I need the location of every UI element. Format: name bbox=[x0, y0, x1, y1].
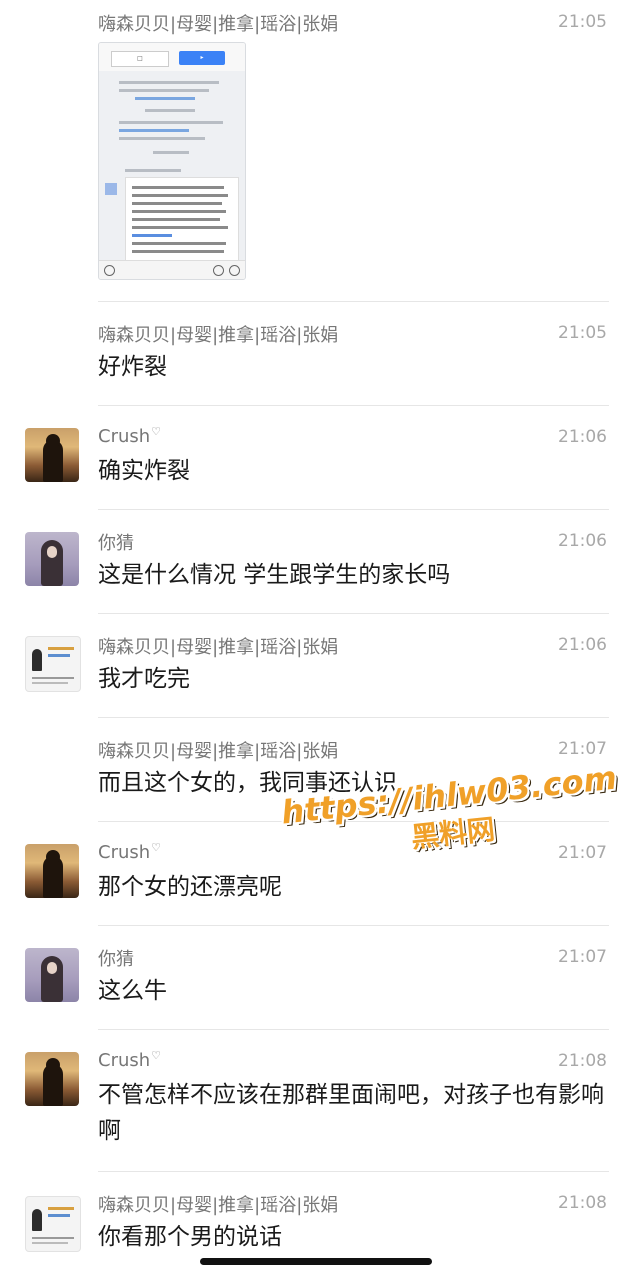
message-time: 21:07 bbox=[558, 947, 607, 967]
sender-name: Crush♡ bbox=[98, 1049, 162, 1071]
avatar-nicai[interactable] bbox=[25, 532, 79, 586]
message-time: 21:08 bbox=[558, 1051, 607, 1071]
message-time: 21:05 bbox=[558, 323, 607, 343]
message-time: 21:07 bbox=[558, 739, 607, 759]
message-text: 这是什么情况 学生跟学生的家长吗 bbox=[98, 562, 451, 588]
business-card-avatar[interactable] bbox=[25, 636, 81, 692]
avatar-crush[interactable] bbox=[25, 1052, 79, 1106]
sender-name: 嗨森贝贝|母婴|推拿|瑶浴|张娟 bbox=[98, 325, 339, 346]
message-text: 这么牛 bbox=[98, 978, 167, 1004]
message-time: 21:06 bbox=[558, 635, 607, 655]
message-time: 21:08 bbox=[558, 1193, 607, 1213]
sender-name: 嗨森贝贝|母婴|推拿|瑶浴|张娟 bbox=[98, 741, 339, 762]
sender-name: 嗨森贝贝|母婴|推拿|瑶浴|张娟 bbox=[98, 1195, 339, 1216]
heart-icon: ♡ bbox=[151, 425, 162, 438]
sender-name: 你猜 bbox=[98, 949, 134, 970]
business-card-avatar[interactable] bbox=[25, 1196, 81, 1252]
sender-name: Crush♡ bbox=[98, 841, 162, 863]
message-time: 21:06 bbox=[558, 531, 607, 551]
sender-name: Crush♡ bbox=[98, 425, 162, 447]
screenshot-image-attachment[interactable]: □ ▸ bbox=[98, 42, 246, 280]
message-text: 不管怎样不应该在那群里面闹吧，对孩子也有影响啊 bbox=[98, 1082, 604, 1144]
message-item: 嗨森贝贝|母婴|推拿|瑶浴|张娟 21:05 □ ▸ bbox=[0, 0, 633, 302]
heart-icon: ♡ bbox=[151, 841, 162, 854]
message-item: 嗨森贝贝|母婴|推拿|瑶浴|张娟 21:05 好炸裂 bbox=[0, 302, 633, 406]
sender-name: 你猜 bbox=[98, 533, 134, 554]
message-time: 21:07 bbox=[558, 843, 607, 863]
message-item: 你猜 21:07 这么牛 bbox=[0, 926, 633, 1030]
sender-name: 嗨森贝贝|母婴|推拿|瑶浴|张娟 bbox=[98, 637, 339, 658]
message-item: 你猜 21:06 这是什么情况 学生跟学生的家长吗 bbox=[0, 510, 633, 614]
message-text: 我才吃完 bbox=[98, 666, 190, 692]
message-time: 21:06 bbox=[558, 427, 607, 447]
message-text: 确实炸裂 bbox=[98, 458, 190, 484]
message-text: 好炸裂 bbox=[98, 354, 167, 380]
message-item: Crush♡ 21:08 不管怎样不应该在那群里面闹吧，对孩子也有影响啊 bbox=[0, 1030, 633, 1172]
message-text: 那个女的还漂亮呢 bbox=[98, 874, 282, 900]
heart-icon: ♡ bbox=[151, 1049, 162, 1062]
avatar-nicai[interactable] bbox=[25, 948, 79, 1002]
message-time: 21:05 bbox=[558, 12, 607, 32]
home-indicator[interactable] bbox=[200, 1258, 432, 1265]
message-item: 嗨森贝贝|母婴|推拿|瑶浴|张娟 21:06 我才吃完 bbox=[0, 614, 633, 718]
avatar-crush[interactable] bbox=[25, 844, 79, 898]
sender-name: 嗨森贝贝|母婴|推拿|瑶浴|张娟 bbox=[98, 14, 339, 35]
avatar-crush[interactable] bbox=[25, 428, 79, 482]
message-item: Crush♡ 21:06 确实炸裂 bbox=[0, 406, 633, 510]
message-text: 你看那个男的说话 bbox=[98, 1224, 282, 1250]
